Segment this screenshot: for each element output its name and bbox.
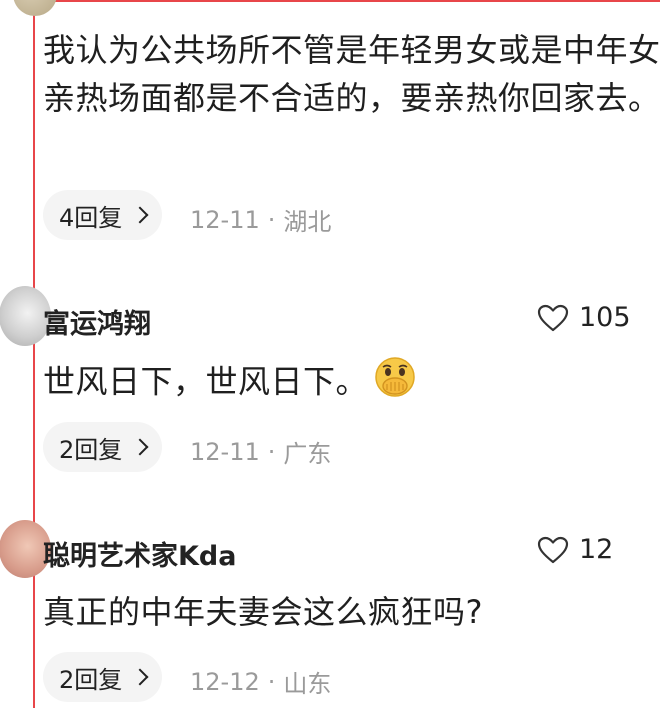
hand-over-mouth-emoji-icon	[374, 356, 416, 411]
reply-label: 2回复	[59, 665, 123, 694]
comment-text: 我认为公共场所不管是年轻男女或是中年女亲热场面都是不合适的，要亲热你回家去。	[43, 31, 660, 117]
meta-separator: ·	[267, 205, 276, 234]
avatar[interactable]	[13, 0, 57, 16]
like-count: 105	[579, 302, 631, 333]
reply-button[interactable]: 4回复	[43, 190, 163, 240]
reply-button[interactable]: 2回复	[43, 422, 163, 472]
reply-button[interactable]: 2回复	[43, 652, 163, 702]
meta-separator: ·	[267, 667, 276, 696]
comment-location: 山东	[283, 670, 332, 698]
heart-icon	[537, 304, 569, 331]
comment-meta: 12-11 · 广东	[190, 434, 331, 469]
like-button[interactable]: 12	[537, 534, 613, 565]
comment-text-content: 世风日下，世风日下。	[43, 362, 369, 401]
meta-separator: ·	[267, 437, 276, 466]
comment-text: 世风日下，世风日下。	[43, 356, 416, 411]
username[interactable]: 富运鸿翔	[43, 302, 151, 341]
comment-text: 真正的中年夫妻会这么疯狂吗?	[43, 593, 483, 631]
comment-meta: 12-12 · 山东	[190, 664, 331, 699]
heart-icon	[537, 536, 569, 563]
like-button[interactable]: 105	[537, 302, 631, 333]
comment-date: 12-12	[190, 667, 260, 696]
chevron-right-icon	[131, 206, 149, 224]
reply-label: 4回复	[59, 203, 123, 232]
comment-meta: 12-11 · 湖北	[190, 202, 331, 237]
comment-date: 12-11	[190, 437, 260, 466]
reply-label: 2回复	[59, 435, 123, 464]
comment-date: 12-11	[190, 205, 260, 234]
chevron-right-icon	[131, 668, 149, 686]
username[interactable]: 聪明艺术家Kda	[43, 534, 236, 573]
comment-location: 湖北	[283, 208, 332, 236]
like-count: 12	[579, 534, 614, 565]
chevron-right-icon	[131, 438, 149, 456]
comment-list: 我认为公共场所不管是年轻男女或是中年女亲热场面都是不合适的，要亲热你回家去。 4…	[0, 0, 660, 708]
comment-location: 广东	[283, 440, 332, 468]
